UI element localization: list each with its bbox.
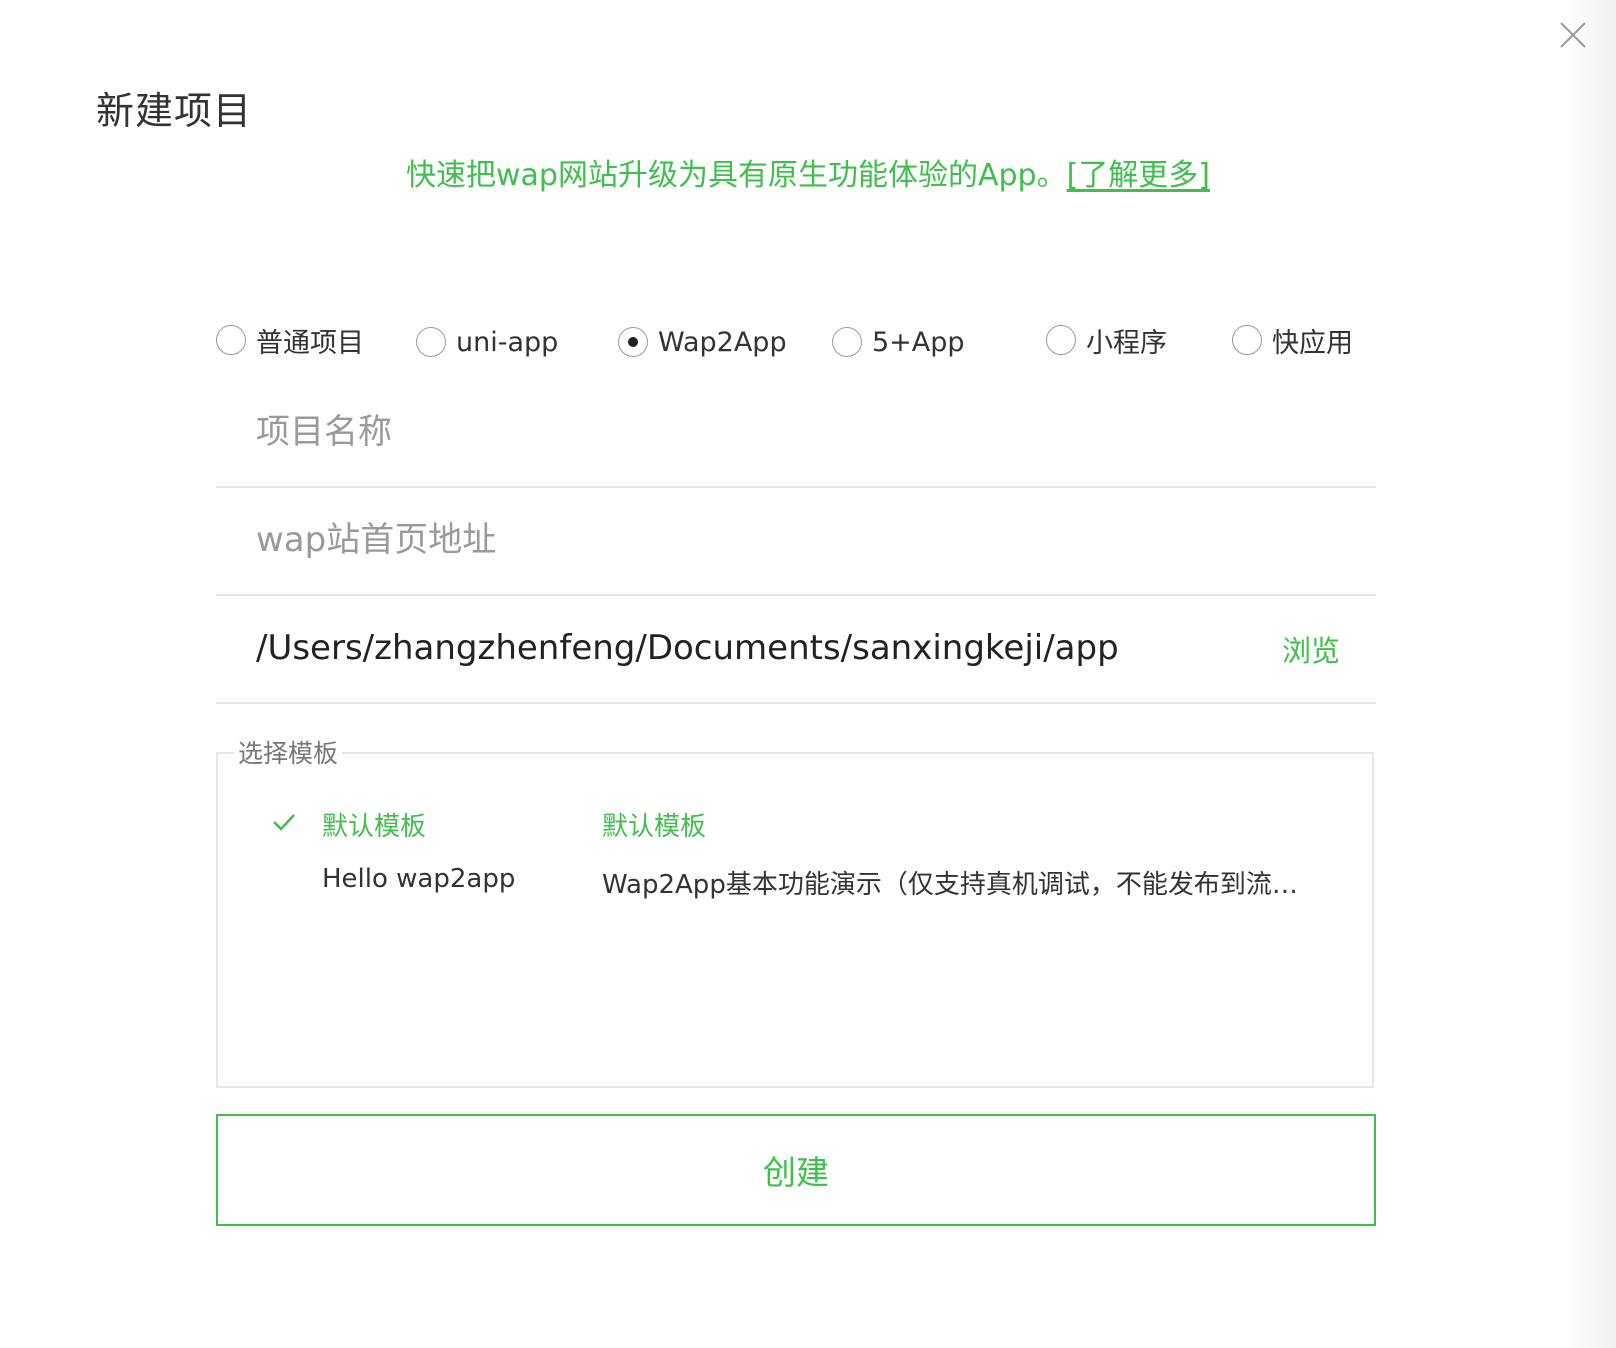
close-button[interactable]	[1558, 20, 1588, 50]
template-list: 默认模板 默认模板 Hello wap2app Wap2App基本功能演示（仅支…	[216, 752, 1374, 1088]
template-item[interactable]: Hello wap2app Wap2App基本功能演示（仅支持真机调试，不能发布…	[218, 860, 1372, 904]
subtitle: 快速把wap网站升级为具有原生功能体验的App。[了解更多]	[0, 150, 1616, 194]
template-description: 默认模板	[602, 812, 707, 842]
learn-more-link[interactable]: [了解更多]	[1067, 158, 1210, 193]
project-name-input[interactable]	[256, 402, 1256, 462]
radio-label: 小程序	[1086, 327, 1167, 359]
radio-label: uni-app	[456, 326, 559, 358]
radio-selected-dot	[628, 337, 638, 347]
radio-normal-project[interactable]: 普通项目	[216, 318, 364, 362]
wap-url-input[interactable]	[256, 510, 1256, 570]
window-edge-shadow	[1566, 0, 1616, 1348]
radio-wap2app[interactable]: Wap2App	[618, 320, 787, 364]
radio-mini-program[interactable]: 小程序	[1046, 318, 1167, 362]
project-type-group: 普通项目 uni-app Wap2App 5+App 小程序 快应用	[216, 318, 1386, 366]
radio-label: 快应用	[1272, 327, 1353, 359]
template-name: 默认模板	[322, 812, 427, 842]
create-button[interactable]: 创建	[216, 1114, 1376, 1226]
radio-label: Wap2App	[658, 326, 787, 358]
template-description: Wap2App基本功能演示（仅支持真机调试，不能发布到流应用）	[602, 870, 1322, 900]
template-name: Hello wap2app	[322, 864, 516, 894]
radio-uni-app[interactable]: uni-app	[416, 320, 558, 364]
radio-icon	[832, 327, 862, 357]
radio-icon	[1046, 325, 1076, 355]
radio-quick-app[interactable]: 快应用	[1232, 318, 1353, 362]
template-item[interactable]: 默认模板 默认模板	[218, 802, 1372, 846]
radio-5plus-app[interactable]: 5+App	[832, 320, 965, 364]
new-project-dialog: 新建项目 快速把wap网站升级为具有原生功能体验的App。[了解更多] 普通项目…	[0, 0, 1616, 1348]
radio-label: 5+App	[872, 326, 965, 358]
check-icon	[273, 814, 295, 831]
location-field: 浏览	[216, 598, 1376, 704]
radio-icon	[1232, 325, 1262, 355]
radio-icon	[618, 327, 648, 357]
location-input[interactable]	[256, 618, 1256, 678]
browse-button[interactable]: 浏览	[1282, 628, 1340, 670]
subtitle-text: 快速把wap网站升级为具有原生功能体验的App。	[406, 158, 1067, 193]
page-title: 新建项目	[96, 89, 253, 133]
template-legend: 选择模板	[234, 734, 343, 770]
radio-icon	[416, 327, 446, 357]
project-name-field	[216, 382, 1376, 488]
radio-label: 普通项目	[256, 327, 364, 359]
radio-icon	[216, 325, 246, 355]
wap-url-field	[216, 490, 1376, 596]
close-icon	[1560, 22, 1586, 48]
